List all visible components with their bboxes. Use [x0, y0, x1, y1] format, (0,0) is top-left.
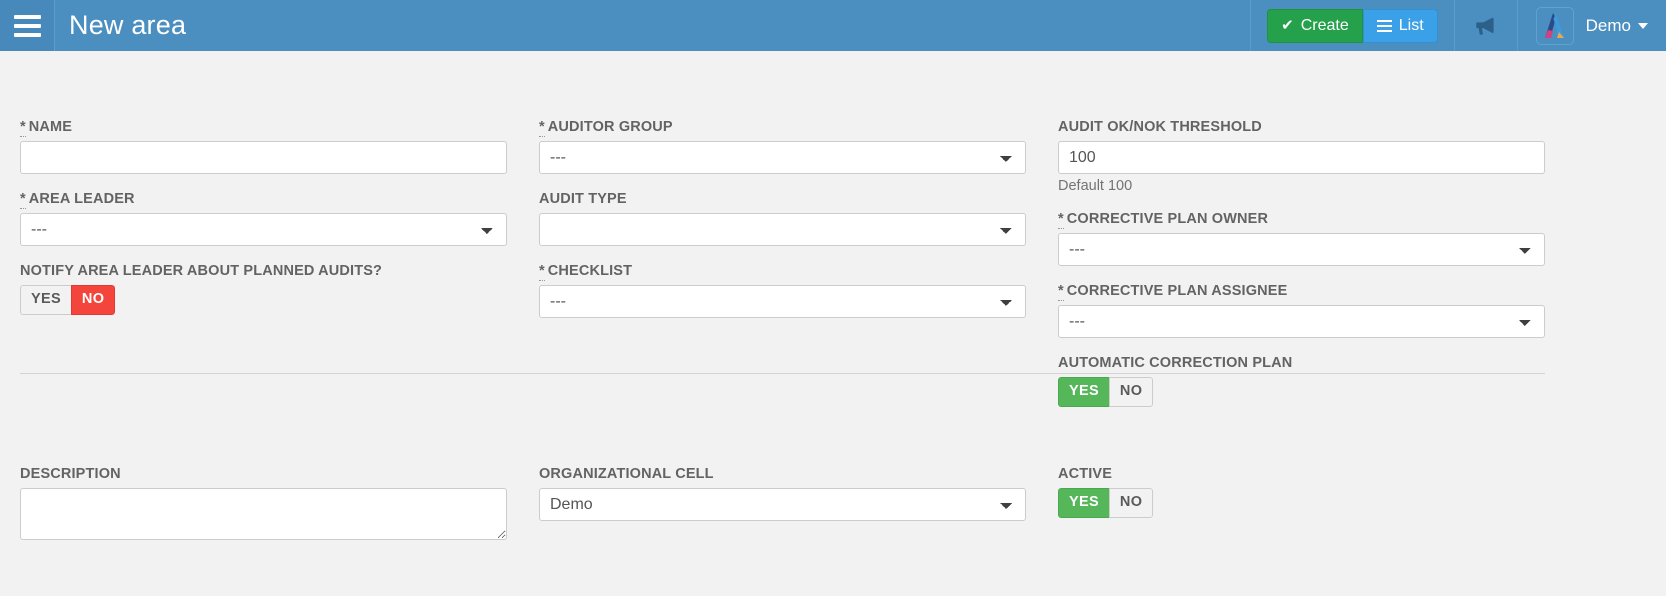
audit-type-select[interactable] — [539, 213, 1026, 246]
form-page: * NAME * AREA LEADER --- NOTIFY AREA LEADE… — [0, 51, 1666, 596]
menu-toggle-button[interactable] — [0, 0, 55, 51]
corrective-plan-assignee-select[interactable]: --- — [1058, 305, 1545, 338]
label-auditor-group: * AUDITOR GROUP — [539, 119, 1026, 137]
create-button[interactable]: ✔ Create — [1267, 8, 1363, 43]
active-toggle[interactable]: YES NO — [1058, 488, 1154, 518]
field-area-leader: * AREA LEADER --- — [20, 191, 507, 246]
form-column-1: * NAME * AREA LEADER --- NOTIFY AREA LEADE… — [20, 119, 507, 332]
user-menu-label: Demo — [1586, 16, 1648, 36]
field-corrective-plan-owner: * CORRECTIVE PLAN OWNER --- — [1058, 211, 1545, 266]
label-checklist: * CHECKLIST — [539, 263, 1026, 281]
user-menu[interactable]: Demo — [1516, 0, 1666, 51]
label-audit-threshold: AUDIT OK/NOK THRESHOLD — [1058, 119, 1262, 135]
field-notify-area-leader: NOTIFY AREA LEADER ABOUT PLANNED AUDITS?… — [20, 263, 507, 315]
audit-threshold-input[interactable] — [1058, 141, 1545, 174]
label-audit-type: AUDIT TYPE — [539, 191, 627, 207]
label-name: * NAME — [20, 119, 507, 137]
announcements-cell[interactable] — [1453, 0, 1517, 51]
form-section2-column-3: ACTIVE YES NO — [1058, 466, 1545, 535]
field-active: ACTIVE YES NO — [1058, 466, 1545, 518]
hamburger-icon — [13, 10, 41, 42]
label-description: DESCRIPTION — [20, 466, 121, 482]
field-audit-threshold: AUDIT OK/NOK THRESHOLD Default 100 — [1058, 119, 1545, 194]
label-name-text: NAME — [28, 119, 73, 135]
organizational-cell-select[interactable]: Demo — [539, 488, 1026, 521]
required-marker: * — [1058, 283, 1064, 301]
app-logo-icon — [1535, 6, 1574, 45]
list-icon — [1376, 17, 1392, 35]
audit-threshold-help: Default 100 — [1058, 178, 1133, 194]
required-marker: * — [20, 119, 26, 137]
field-name: * NAME — [20, 119, 507, 174]
label-area-leader-text: AREA LEADER — [28, 191, 135, 207]
create-button-label: Create — [1300, 16, 1349, 34]
user-name-text: Demo — [1585, 15, 1631, 35]
label-automatic-correction-plan: AUTOMATIC CORRECTION PLAN — [1058, 355, 1293, 371]
required-marker: * — [20, 191, 26, 209]
megaphone-icon — [1475, 17, 1494, 35]
label-area-leader: * AREA LEADER — [20, 191, 507, 209]
field-organizational-cell: ORGANIZATIONAL CELL Demo — [539, 466, 1026, 521]
field-automatic-correction-plan: AUTOMATIC CORRECTION PLAN YES NO — [1058, 355, 1545, 407]
label-corrective-plan-assignee-text: CORRECTIVE PLAN ASSIGNEE — [1066, 283, 1288, 299]
label-organizational-cell: ORGANIZATIONAL CELL — [539, 466, 714, 482]
list-button[interactable]: List — [1362, 8, 1438, 43]
page-title: New area — [69, 10, 187, 40]
active-no-option[interactable]: NO — [1108, 488, 1154, 518]
checklist-select[interactable]: --- — [539, 285, 1026, 318]
description-textarea[interactable] — [20, 488, 507, 540]
action-button-group: ✔ Create List — [1267, 8, 1438, 43]
required-marker: * — [539, 263, 545, 281]
area-leader-select[interactable]: --- — [20, 213, 507, 246]
label-corrective-plan-assignee: * CORRECTIVE PLAN ASSIGNEE — [1058, 283, 1545, 301]
name-input[interactable] — [20, 141, 507, 174]
navbar-spacer — [186, 0, 1250, 51]
label-active: ACTIVE — [1058, 466, 1113, 482]
check-icon: ✔ — [1281, 17, 1294, 34]
form-section2-column-1: DESCRIPTION — [20, 466, 507, 562]
field-description: DESCRIPTION — [20, 466, 507, 545]
corrective-plan-owner-select[interactable]: --- — [1058, 233, 1545, 266]
field-checklist: * CHECKLIST --- — [539, 263, 1026, 318]
required-marker: * — [1058, 211, 1064, 229]
section-divider — [20, 373, 1545, 374]
automatic-correction-yes-option[interactable]: YES — [1058, 377, 1109, 407]
auditor-group-select[interactable]: --- — [539, 141, 1026, 174]
field-auditor-group: * AUDITOR GROUP --- — [539, 119, 1026, 174]
form-column-3: AUDIT OK/NOK THRESHOLD Default 100 *CORR… — [1058, 119, 1545, 424]
top-navbar: New area ✔ Create List Demo — [0, 0, 1666, 51]
required-marker: * — [539, 119, 545, 137]
automatic-correction-plan-toggle[interactable]: YES NO — [1058, 377, 1154, 407]
automatic-correction-no-option[interactable]: NO — [1108, 377, 1154, 407]
field-audit-type: AUDIT TYPE — [539, 191, 1026, 246]
field-corrective-plan-assignee: * CORRECTIVE PLAN ASSIGNEE --- — [1058, 283, 1545, 338]
label-notify-area-leader: NOTIFY AREA LEADER ABOUT PLANNED AUDITS? — [20, 263, 383, 279]
active-yes-option[interactable]: YES — [1058, 488, 1109, 518]
form-column-2: * AUDITOR GROUP --- AUDIT TYPE * CHECKLIST… — [539, 119, 1026, 335]
list-button-label: List — [1398, 16, 1424, 34]
label-checklist-text: CHECKLIST — [547, 263, 633, 279]
label-corrective-plan-owner: * CORRECTIVE PLAN OWNER — [1058, 211, 1545, 229]
navbar-actions: ✔ Create List — [1250, 0, 1454, 51]
notify-no-option[interactable]: NO — [70, 285, 116, 315]
label-corrective-plan-owner-text: CORRECTIVE PLAN OWNER — [1066, 211, 1269, 227]
notify-area-leader-toggle[interactable]: YES NO — [20, 285, 116, 315]
label-auditor-group-text: AUDITOR GROUP — [547, 119, 673, 135]
chevron-down-icon — [1638, 22, 1648, 29]
notify-yes-option[interactable]: YES — [20, 285, 71, 315]
form-section2-column-2: ORGANIZATIONAL CELL Demo — [539, 466, 1026, 538]
